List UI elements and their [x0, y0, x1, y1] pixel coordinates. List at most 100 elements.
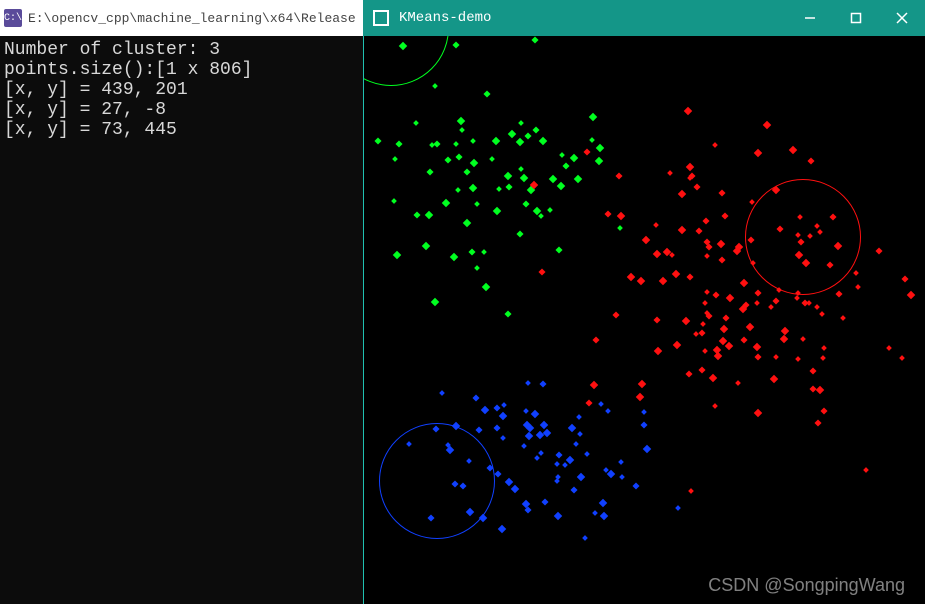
data-point [493, 424, 500, 431]
data-point [772, 298, 779, 305]
data-point [855, 284, 861, 290]
data-point [637, 379, 645, 387]
data-point [726, 294, 734, 302]
data-point [554, 478, 560, 484]
data-point [570, 154, 578, 162]
console-titlebar[interactable]: C:\ E:\opencv_cpp\machine_learning\x64\R… [0, 0, 363, 36]
data-point [464, 168, 471, 175]
root: C:\ E:\opencv_cpp\machine_learning\x64\R… [0, 0, 925, 604]
data-point [768, 304, 774, 310]
data-point [704, 289, 710, 295]
data-point [704, 253, 710, 259]
data-point [633, 483, 640, 490]
data-point [442, 199, 450, 207]
data-point [722, 315, 729, 322]
data-point [769, 374, 777, 382]
data-point [432, 83, 438, 89]
data-point [496, 186, 502, 192]
data-point [598, 498, 606, 506]
centroid-circle [363, 36, 449, 86]
console-output[interactable]: Number of cluster: 3 points.size():[1 x … [0, 36, 363, 604]
data-point [724, 342, 732, 350]
data-point [439, 390, 445, 396]
data-point [562, 162, 569, 169]
data-point [519, 166, 525, 172]
data-point [444, 157, 451, 164]
data-point [627, 273, 635, 281]
kmeans-canvas[interactable]: CSDN @SongpingWang [363, 36, 925, 604]
data-point [474, 201, 480, 207]
data-point [636, 392, 644, 400]
data-point [814, 304, 820, 310]
data-point [504, 478, 512, 486]
data-point [589, 113, 597, 121]
close-button[interactable] [879, 0, 925, 36]
minimize-button[interactable] [787, 0, 833, 36]
data-point [755, 354, 762, 361]
data-point [604, 210, 611, 217]
data-point [493, 207, 501, 215]
data-point [619, 475, 625, 481]
data-point [713, 403, 719, 409]
data-point [393, 156, 399, 162]
data-point [525, 133, 532, 140]
data-point [617, 225, 623, 231]
data-point [573, 441, 579, 447]
data-point [589, 137, 595, 143]
data-point [815, 386, 823, 394]
maximize-button[interactable] [833, 0, 879, 36]
data-point [753, 149, 761, 157]
data-point [516, 138, 524, 146]
data-point [510, 484, 518, 492]
data-point [499, 412, 507, 420]
data-point [585, 451, 591, 457]
data-point [549, 175, 557, 183]
data-point [414, 212, 421, 219]
data-point [598, 402, 604, 408]
data-point [476, 426, 483, 433]
data-point [773, 354, 779, 360]
data-point [518, 120, 524, 126]
data-point [413, 120, 419, 126]
data-point [525, 432, 533, 440]
data-point [470, 159, 478, 167]
opencv-window-icon [373, 10, 389, 26]
data-point [600, 512, 608, 520]
data-point [584, 148, 591, 155]
data-point [431, 298, 439, 306]
data-point [696, 227, 703, 234]
data-point [595, 157, 603, 165]
data-point [534, 455, 540, 461]
data-point [641, 422, 648, 429]
demo-titlebar[interactable]: KMeans-demo [363, 0, 925, 36]
data-point [463, 219, 471, 227]
data-point [800, 336, 806, 342]
data-point [780, 335, 788, 343]
data-point [470, 138, 476, 144]
data-point [720, 324, 728, 332]
data-point [482, 283, 490, 291]
console-line: points.size():[1 x 806] [4, 60, 359, 80]
data-point [781, 327, 789, 335]
data-point [433, 141, 440, 148]
demo-title-text: KMeans-demo [399, 10, 787, 26]
data-point [455, 188, 461, 194]
data-point [795, 356, 801, 362]
data-point [469, 183, 477, 191]
data-point [675, 505, 681, 511]
data-point [702, 218, 709, 225]
data-point [568, 424, 576, 432]
data-point [643, 445, 651, 453]
minimize-icon [804, 12, 816, 24]
data-point [616, 173, 623, 180]
centroid-circle [379, 423, 495, 539]
data-point [557, 182, 565, 190]
data-point [755, 290, 762, 297]
data-point [686, 273, 693, 280]
data-point [607, 470, 615, 478]
data-point [571, 487, 578, 494]
data-point [532, 126, 539, 133]
data-point [717, 240, 725, 248]
data-point [531, 36, 538, 43]
data-point [475, 265, 481, 271]
